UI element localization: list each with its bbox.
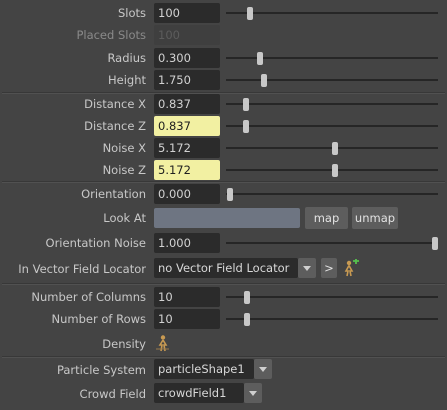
particle-system-label: Particle System [56, 363, 146, 377]
orientation-noise-slider-handle[interactable] [432, 237, 438, 250]
chevron-down-icon[interactable] [254, 359, 272, 379]
num-rows-slider-handle[interactable] [244, 313, 250, 326]
radius-row: Radius 0.300 [0, 47, 447, 69]
noise-x-slider-handle[interactable] [332, 142, 338, 155]
noise-z-label: Noise Z [102, 163, 146, 177]
noise-x-row: Noise X 5.172 [0, 137, 447, 159]
num-rows-field[interactable]: 10 [154, 309, 220, 329]
radius-slider-handle[interactable] [257, 52, 263, 65]
distance-x-label: Distance X [84, 97, 146, 111]
slots-field[interactable]: 100 [154, 3, 220, 23]
locator-add-icon[interactable] [342, 259, 360, 277]
unmap-button[interactable]: unmap [352, 207, 398, 229]
placed-slots-field: 100 [154, 25, 220, 45]
distance-x-slider[interactable] [226, 103, 438, 105]
orientation-noise-label: Orientation Noise [45, 236, 146, 250]
look-at-field[interactable] [154, 208, 300, 228]
vector-field-dropdown[interactable]: no Vector Field Locator [154, 258, 298, 278]
vector-field-row: In Vector Field Locator no Vector Field … [0, 258, 447, 280]
num-rows-row: Number of Rows 10 [0, 308, 447, 330]
orientation-noise-slider[interactable] [226, 242, 438, 244]
distance-z-label: Distance Z [84, 119, 146, 133]
noise-z-row: Noise Z 5.172 [0, 159, 447, 181]
chevron-down-icon[interactable] [244, 383, 262, 403]
density-row: Density [0, 333, 447, 355]
height-slider-handle[interactable] [261, 74, 267, 87]
height-label: Height [107, 73, 146, 87]
orientation-label: Orientation [81, 187, 146, 201]
particle-system-dropdown[interactable]: particleShape1 [154, 359, 254, 379]
density-label: Density [102, 337, 146, 351]
orientation-slider-handle[interactable] [227, 188, 233, 201]
orientation-noise-field[interactable]: 1.000 [154, 233, 220, 253]
radius-field[interactable]: 0.300 [154, 48, 220, 68]
distance-z-slider[interactable] [226, 125, 438, 127]
distance-z-field[interactable]: 0.837 [154, 116, 220, 136]
num-columns-row: Number of Columns 10 [0, 286, 447, 308]
noise-z-slider-handle[interactable] [332, 164, 338, 177]
distance-z-slider-handle[interactable] [243, 120, 249, 133]
look-at-label: Look At [103, 211, 146, 225]
orientation-field[interactable]: 0.000 [154, 184, 220, 204]
vector-field-label: In Vector Field Locator [18, 262, 146, 276]
distance-x-field[interactable]: 0.837 [154, 94, 220, 114]
num-columns-slider[interactable] [226, 296, 438, 298]
num-rows-label: Number of Rows [51, 312, 147, 326]
noise-z-field[interactable]: 5.172 [154, 160, 220, 180]
num-columns-slider-handle[interactable] [244, 291, 250, 304]
num-columns-field[interactable]: 10 [154, 287, 220, 307]
map-button[interactable]: map [305, 207, 348, 229]
orientation-row: Orientation 0.000 [0, 183, 447, 205]
height-row: Height 1.750 [0, 69, 447, 91]
height-slider[interactable] [226, 79, 438, 81]
chevron-down-icon[interactable] [298, 258, 316, 278]
orientation-slider[interactable] [226, 193, 438, 195]
radius-label: Radius [107, 51, 146, 65]
look-at-row: Look At map unmap [0, 207, 447, 229]
crowd-field-dropdown[interactable]: crowdField1 [154, 383, 244, 403]
separator [2, 356, 445, 358]
num-rows-slider[interactable] [226, 318, 438, 320]
height-field[interactable]: 1.750 [154, 70, 220, 90]
vector-field-go-button[interactable]: > [321, 258, 337, 278]
crowd-field-label: Crowd Field [79, 387, 146, 401]
noise-x-label: Noise X [102, 141, 146, 155]
paint-density-icon[interactable] [154, 334, 172, 352]
separator [2, 283, 445, 285]
particle-system-row: Particle System particleShape1 [0, 359, 447, 381]
distance-z-row: Distance Z 0.837 [0, 115, 447, 137]
slots-slider[interactable] [226, 12, 438, 14]
placed-slots-label: Placed Slots [76, 28, 146, 42]
crowd-field-row: Crowd Field crowdField1 [0, 383, 447, 405]
distance-x-slider-handle[interactable] [243, 98, 249, 111]
slots-slider-handle[interactable] [247, 7, 253, 20]
placed-slots-row: Placed Slots 100 [0, 24, 447, 46]
slots-row: Slots 100 [0, 2, 447, 24]
noise-x-field[interactable]: 5.172 [154, 138, 220, 158]
num-columns-label: Number of Columns [31, 290, 146, 304]
slots-label: Slots [117, 6, 146, 20]
distance-x-row: Distance X 0.837 [0, 93, 447, 115]
orientation-noise-row: Orientation Noise 1.000 [0, 232, 447, 254]
